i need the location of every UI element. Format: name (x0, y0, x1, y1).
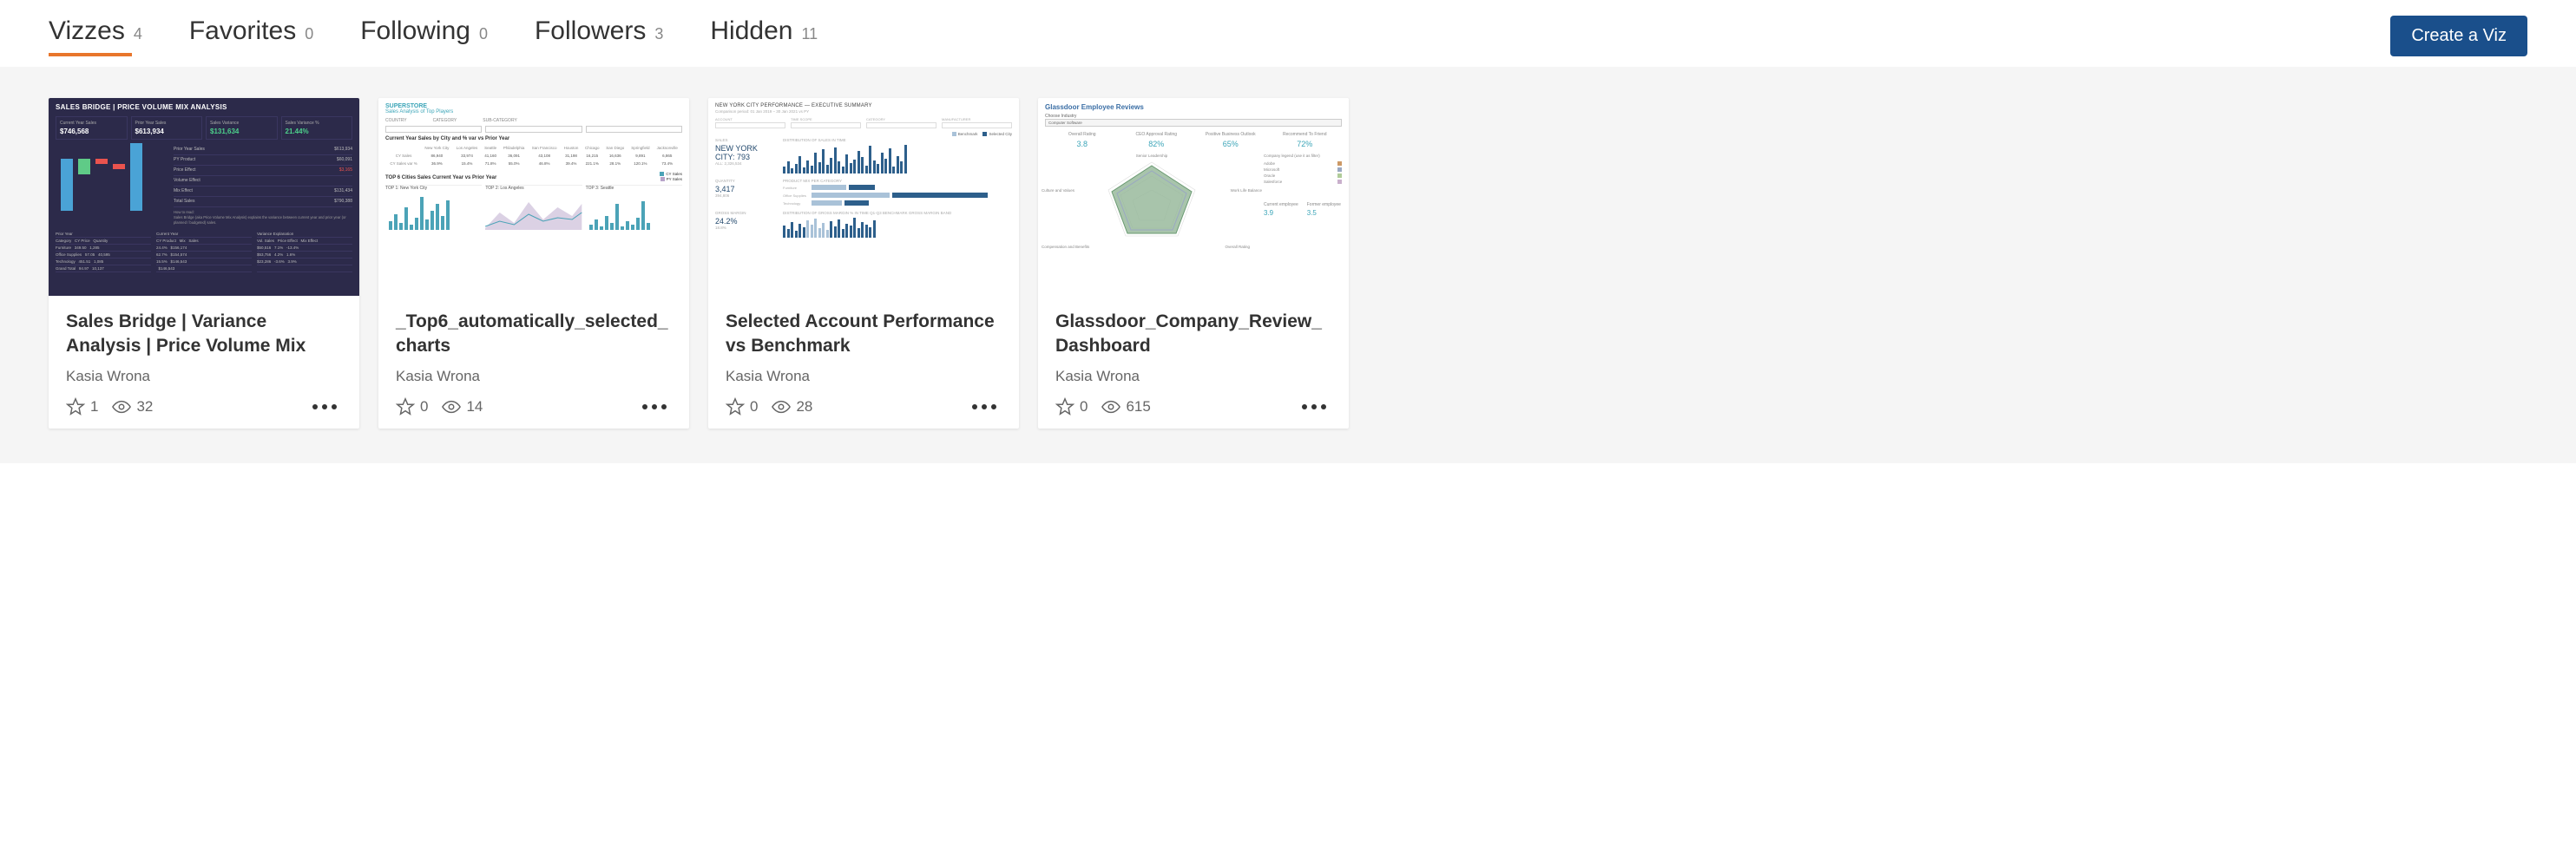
top-bar: Vizzes 4 Favorites 0 Following 0 Followe… (0, 0, 2576, 67)
tab-count: 4 (134, 25, 142, 43)
viz-author[interactable]: Kasia Wrona (66, 368, 342, 385)
fav-count: 0 (420, 398, 428, 416)
viz-card[interactable]: NEW YORK CITY PERFORMANCE — EXECUTIVE SU… (708, 98, 1019, 429)
card-body: Sales Bridge | Variance Analysis | Price… (49, 296, 359, 429)
tab-count: 0 (479, 25, 488, 43)
favorite-stat[interactable]: 0 (1055, 397, 1088, 416)
tab-count: 11 (801, 25, 818, 43)
viz-title[interactable]: Glassdoor_Company_Review_Dashboard (1055, 310, 1331, 359)
viz-thumbnail[interactable]: SUPERSTORE Sales Analysis of Top Players… (378, 98, 689, 296)
star-icon (396, 397, 415, 416)
eye-icon (772, 397, 791, 416)
tab-label: Followers (535, 16, 646, 46)
view-count: 28 (796, 398, 812, 416)
fav-count: 1 (90, 398, 98, 416)
viz-title[interactable]: _Top6_automatically_selected_charts (396, 310, 672, 359)
favorite-stat[interactable]: 0 (396, 397, 428, 416)
viz-card[interactable]: Glassdoor Employee Reviews Choose Indust… (1038, 98, 1349, 429)
more-menu-button[interactable] (1297, 399, 1331, 415)
tab-label: Hidden (710, 16, 792, 46)
star-icon (1055, 397, 1074, 416)
card-body: Glassdoor_Company_Review_Dashboard Kasia… (1038, 296, 1349, 429)
content-area: SALES BRIDGE | PRICE VOLUME MIX ANALYSIS… (0, 67, 2576, 463)
eye-icon (112, 397, 131, 416)
fav-count: 0 (1080, 398, 1088, 416)
tab-vizzes[interactable]: Vizzes 4 (49, 16, 142, 56)
viz-author[interactable]: Kasia Wrona (396, 368, 672, 385)
thumb-title: SALES BRIDGE | PRICE VOLUME MIX ANALYSIS (56, 103, 352, 111)
star-icon (66, 397, 85, 416)
viz-thumbnail[interactable]: NEW YORK CITY PERFORMANCE — EXECUTIVE SU… (708, 98, 1019, 296)
view-stat: 32 (112, 397, 153, 416)
star-icon (726, 397, 745, 416)
tab-count: 3 (654, 25, 663, 43)
eye-icon (442, 397, 461, 416)
view-count: 14 (466, 398, 483, 416)
tab-label: Favorites (189, 16, 296, 46)
viz-card[interactable]: SALES BRIDGE | PRICE VOLUME MIX ANALYSIS… (49, 98, 359, 429)
view-stat: 14 (442, 397, 483, 416)
favorite-stat[interactable]: 0 (726, 397, 758, 416)
tab-count: 0 (305, 25, 313, 43)
more-menu-button[interactable] (637, 399, 672, 415)
viz-title[interactable]: Selected Account Performance vs Benchmar… (726, 310, 1002, 359)
viz-card[interactable]: SUPERSTORE Sales Analysis of Top Players… (378, 98, 689, 429)
tab-favorites[interactable]: Favorites 0 (189, 16, 313, 56)
more-menu-button[interactable] (967, 399, 1002, 415)
viz-author[interactable]: Kasia Wrona (726, 368, 1002, 385)
tabs: Vizzes 4 Favorites 0 Following 0 Followe… (49, 16, 818, 56)
tab-label: Following (360, 16, 470, 46)
card-body: Selected Account Performance vs Benchmar… (708, 296, 1019, 429)
tab-label: Vizzes (49, 16, 125, 46)
viz-grid: SALES BRIDGE | PRICE VOLUME MIX ANALYSIS… (49, 98, 2527, 429)
view-stat: 28 (772, 397, 812, 416)
eye-icon (1101, 397, 1120, 416)
view-count: 615 (1126, 398, 1150, 416)
create-viz-button[interactable]: Create a Viz (2390, 16, 2527, 56)
viz-title[interactable]: Sales Bridge | Variance Analysis | Price… (66, 310, 342, 359)
view-count: 32 (136, 398, 153, 416)
card-body: _Top6_automatically_selected_charts Kasi… (378, 296, 689, 429)
view-stat: 615 (1101, 397, 1150, 416)
fav-count: 0 (750, 398, 758, 416)
tab-hidden[interactable]: Hidden 11 (710, 16, 818, 56)
viz-thumbnail[interactable]: Glassdoor Employee Reviews Choose Indust… (1038, 98, 1349, 296)
viz-author[interactable]: Kasia Wrona (1055, 368, 1331, 385)
tab-following[interactable]: Following 0 (360, 16, 488, 56)
favorite-stat[interactable]: 1 (66, 397, 98, 416)
viz-thumbnail[interactable]: SALES BRIDGE | PRICE VOLUME MIX ANALYSIS… (49, 98, 359, 296)
more-menu-button[interactable] (307, 399, 342, 415)
tab-followers[interactable]: Followers 3 (535, 16, 663, 56)
